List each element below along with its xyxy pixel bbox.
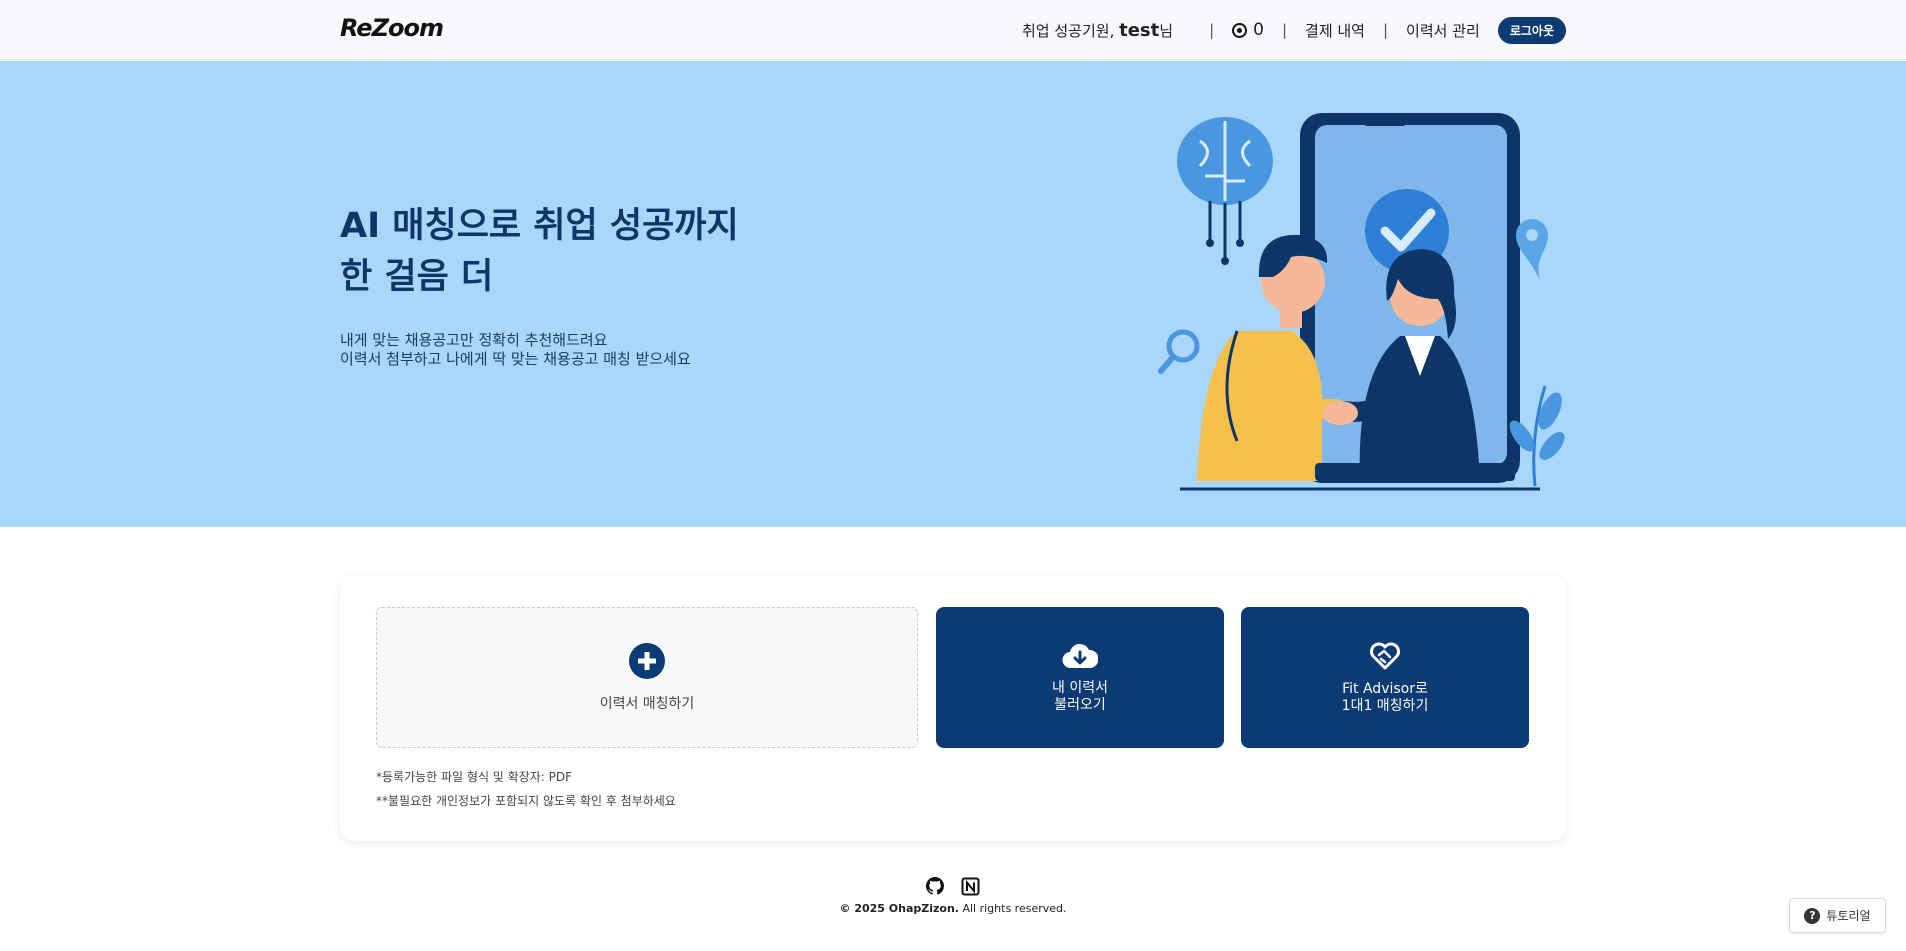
brain-icon (1177, 117, 1273, 265)
credit-icon (1232, 22, 1248, 38)
top-header: ReZoom 취업 성공기원, test님 | 0 | 결제 내역 | 이력서 … (0, 0, 1906, 60)
plus-icon (629, 642, 665, 679)
hero-title-line2: 한 걸음 더 (340, 257, 494, 297)
payment-history-link[interactable]: 결제 내역 (1305, 20, 1365, 41)
notion-icon[interactable] (961, 877, 980, 896)
resume-upload-dropzone[interactable]: 이력서 매칭하기 (376, 607, 918, 748)
note-privacy: **불필요한 개인정보가 포함되지 않도록 확인 후 첨부하세요 (376, 794, 676, 808)
load-resume-button[interactable]: 내 이력서 불러오기 (936, 607, 1224, 748)
hero-sub-line1: 내게 맞는 채용공고만 정확히 추천해드려요 (340, 331, 608, 349)
tutorial-label: 튜토리얼 (1826, 909, 1871, 923)
copyright-rest: All rights reserved. (958, 902, 1067, 915)
copyright-owner: © 2025 OhapZizon. (839, 902, 959, 915)
upload-notes: *등록가능한 파일 형식 및 확장자: PDF **불필요한 개인정보가 포함되… (376, 765, 676, 813)
credit-balance[interactable]: 0 (1232, 20, 1264, 40)
footer-links (0, 877, 1906, 896)
handshake-illustration (1158, 113, 1565, 491)
load-resume-label: 내 이력서 불러오기 (1052, 679, 1108, 713)
copyright: © 2025 OhapZizon. All rights reserved. (0, 902, 1906, 915)
hero-sub-line2: 이력서 첨부하고 나에게 딱 맞는 채용공고 매칭 받으세요 (340, 350, 691, 368)
greeting-suffix: 님 (1159, 21, 1174, 40)
top-nav: 취업 성공기원, test님 | 0 | 결제 내역 | 이력서 관리 로그아웃 (1022, 0, 1566, 60)
nav-divider: | (1209, 21, 1215, 39)
username: test (1119, 19, 1160, 41)
greeting-prefix: 취업 성공기원, (1022, 21, 1120, 40)
hero-banner: AI 매칭으로 취업 성공까지 한 걸음 더 내게 맞는 채용공고만 정확히 추… (0, 61, 1906, 527)
resume-action-card: 이력서 매칭하기 내 이력서 불러오기 Fit Advisor로 1대1 매칭하… (340, 575, 1566, 841)
logo[interactable]: ReZoom (340, 14, 444, 42)
nav-divider: | (1281, 21, 1288, 39)
note-file-format: *등록가능한 파일 형식 및 확장자: PDF (376, 770, 573, 784)
credit-count: 0 (1253, 20, 1264, 40)
heart-handshake-icon (1370, 642, 1400, 669)
hero-title-line1: AI 매칭으로 취업 성공까지 (340, 206, 739, 246)
tutorial-button[interactable]: ? 튜토리얼 (1789, 898, 1886, 933)
help-icon: ? (1804, 907, 1821, 924)
cloud-download-icon (1062, 643, 1098, 668)
fit-advisor-button[interactable]: Fit Advisor로 1대1 매칭하기 (1241, 607, 1529, 748)
hero-subtitle: 내게 맞는 채용공고만 정확히 추천해드려요 이력서 첨부하고 나에게 딱 맞는… (340, 331, 691, 369)
nav-divider: | (1382, 21, 1389, 39)
greeting: 취업 성공기원, test님 (1022, 20, 1173, 41)
resume-manage-link[interactable]: 이력서 관리 (1406, 20, 1480, 41)
upload-label: 이력서 매칭하기 (599, 695, 695, 712)
github-icon[interactable] (926, 877, 944, 895)
hero-title: AI 매칭으로 취업 성공까지 한 걸음 더 (340, 201, 739, 303)
logout-button[interactable]: 로그아웃 (1497, 16, 1566, 44)
fit-advisor-label: Fit Advisor로 1대1 매칭하기 (1341, 680, 1429, 714)
